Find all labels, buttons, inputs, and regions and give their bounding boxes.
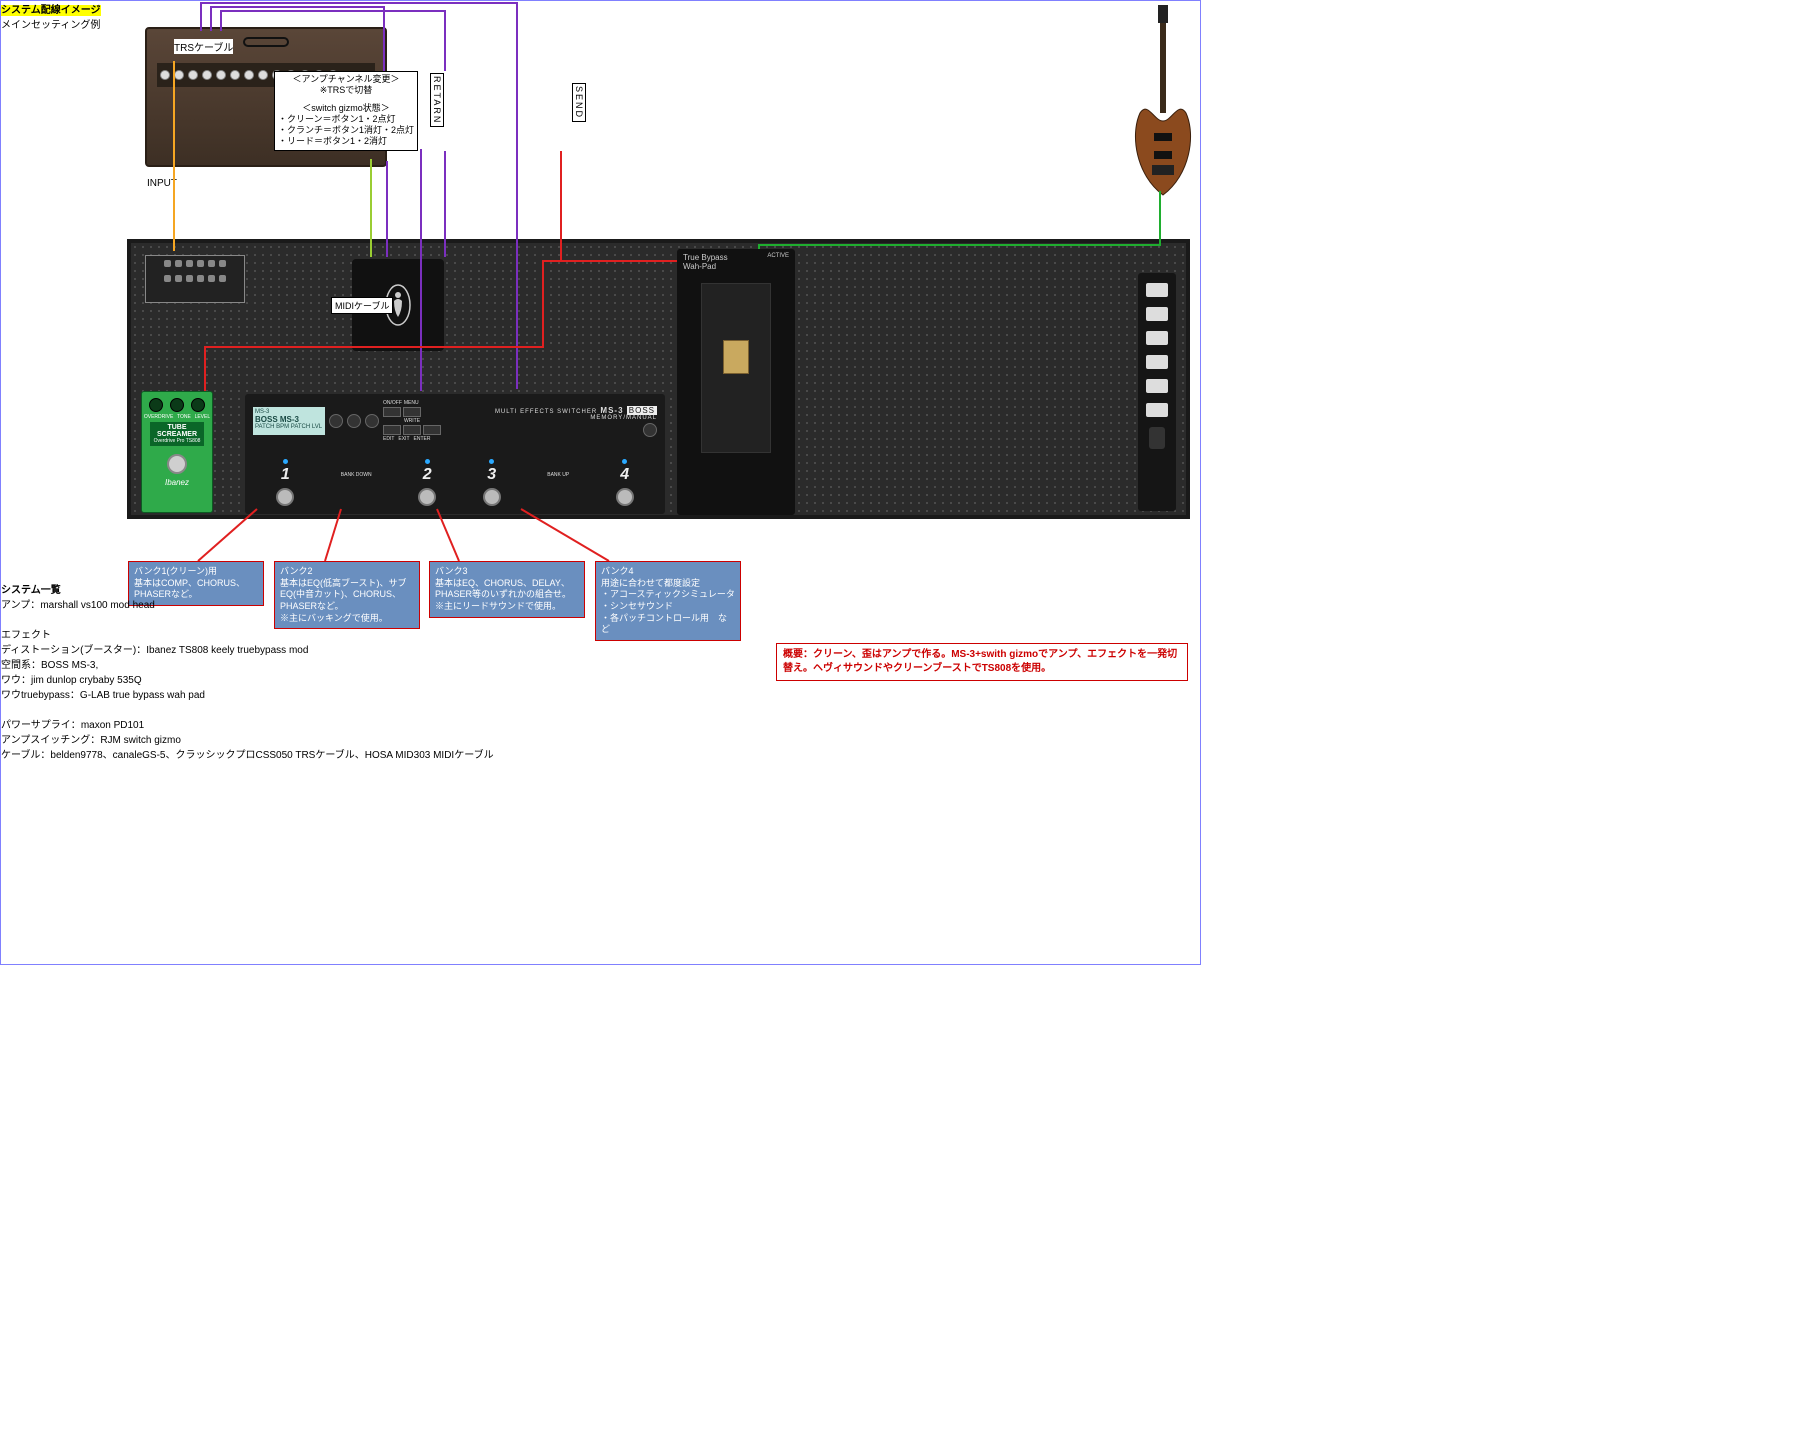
- guitar-icon: [1130, 5, 1196, 205]
- switch-gizmo-title: ＜switch gizmo状態＞: [278, 103, 414, 114]
- trs-cable-label: TRSケーブル: [174, 39, 233, 54]
- wah-pad: True Bypass Wah-Pad ACTIVE: [677, 249, 795, 515]
- wah-pedal: [701, 283, 771, 453]
- input-label: INPUT: [147, 178, 177, 189]
- bank4-box: バンク4 用途に合わせて都度設定 ・アコースティックシミュレータ ・シンセサウン…: [595, 561, 741, 641]
- ms3-display: MS-3 BOSS MS-3 PATCH BPM PATCH LVL: [253, 407, 325, 435]
- ts-name: TUBE SCREAMER: [150, 424, 204, 438]
- page-title: システム配線イメージ: [1, 1, 1200, 16]
- return-label: RETARN: [430, 73, 444, 127]
- diagram-canvas: システム配線イメージ メインセッティング例 TRSケーブル INPUT ＜アンプ…: [0, 0, 1201, 965]
- ms3-foot-4: 4: [616, 459, 634, 506]
- ms3-foot-1: 1: [276, 459, 294, 506]
- summary-box: 概要：クリーン、歪はアンプで作る。MS-3+swith gizmoでアンプ、エフ…: [776, 643, 1188, 681]
- midi-cable-label: MIDIケーブル: [331, 297, 393, 314]
- ts-sub: Overdrive Pro TS808: [150, 438, 204, 444]
- boss-ms3: MS-3 BOSS MS-3 PATCH BPM PATCH LVL ON/OF…: [245, 394, 665, 514]
- amp-handle: [243, 37, 289, 47]
- wah-active: ACTIVE: [767, 253, 789, 271]
- ampch-line1: ＜アンプチャンネル変更＞: [278, 74, 414, 85]
- power-strip: [1138, 273, 1176, 511]
- ampch-line2: ※TRSで切替: [278, 85, 414, 96]
- sw-crunch: ・クランチ＝ボタン1消灯・2点灯: [278, 125, 414, 136]
- tube-screamer: OVERDRIVETONELEVEL TUBE SCREAMER Overdri…: [141, 391, 213, 513]
- sw-lead: ・リード＝ボタン1・2消灯: [278, 136, 414, 147]
- ms3-foot-2: 2: [418, 459, 436, 506]
- ts-brand: Ibanez: [142, 478, 212, 487]
- ts-footswitch: [167, 454, 187, 474]
- wah-title: True Bypass: [683, 253, 728, 262]
- sw-clean: ・クリーン＝ボタン1・2点灯: [278, 114, 414, 125]
- wah-title2: Wah-Pad: [683, 262, 728, 271]
- send-label: SEND: [572, 83, 586, 122]
- system-list: システム一覧 アンプ：marshall vs100 mod head エフェクト…: [1, 583, 494, 763]
- pedalboard: MIDIケーブル OVERDRIVETONELEVEL TUBE SCREAME…: [127, 239, 1190, 519]
- power-supply: [145, 255, 245, 303]
- ms3-foot-3: 3: [483, 459, 501, 506]
- amp-channel-box: ＜アンプチャンネル変更＞ ※TRSで切替 ＜switch gizmo状態＞ ・ク…: [274, 71, 418, 151]
